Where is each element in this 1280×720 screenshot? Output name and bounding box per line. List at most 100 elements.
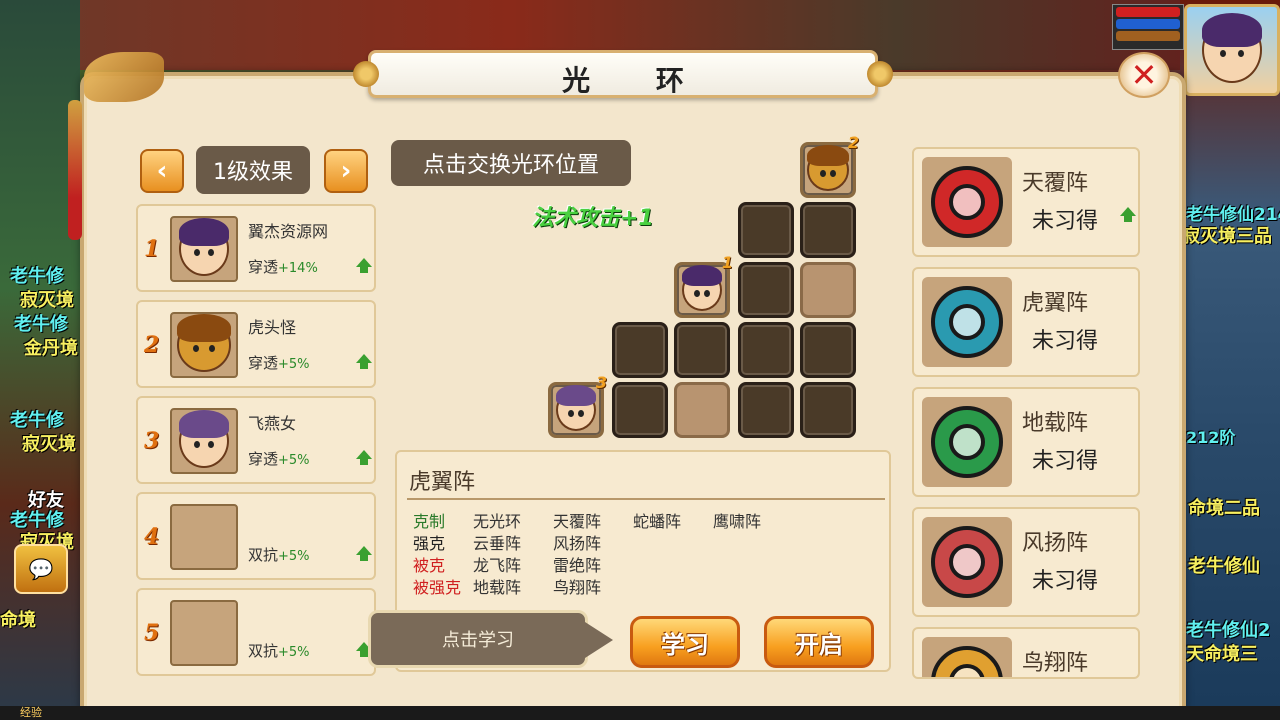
title-banner: 光 环 [353, 50, 893, 98]
aura-slot-3[interactable]: 3 飞燕女 穿透+5% [136, 396, 376, 484]
fairy-girl-icon [179, 410, 229, 468]
empty-slot-portrait [170, 600, 238, 666]
formation-card-huyi[interactable]: 虎翼阵 未习得 [912, 267, 1140, 377]
formation-status: 未习得 [1032, 569, 1099, 594]
grid-cell-hero-2[interactable]: 2 [800, 133, 859, 198]
empty-slot-portrait [170, 504, 238, 570]
chat-icon: 💬 [28, 557, 54, 581]
aura-slot-4[interactable]: 4 双抗+5% [136, 492, 376, 580]
formation-name: 风扬阵 [1022, 531, 1089, 556]
slot-stat: 穿透+5% [248, 450, 310, 468]
slot-stat: 穿透+14% [248, 258, 318, 276]
arrow-right-icon: › [340, 156, 352, 186]
scene-player-name: 老牛修 [14, 314, 68, 335]
scene-player-rank: 命境二品 [1188, 498, 1260, 519]
grid-cell-empty[interactable] [800, 262, 856, 318]
formation-title: 虎翼阵 [409, 470, 476, 495]
grid-cell[interactable] [800, 382, 856, 438]
scene-player-name: 212阶 [1186, 428, 1236, 447]
formation-name: 鸟翔阵 [1022, 651, 1089, 676]
prev-level-button[interactable]: ‹ [140, 149, 184, 193]
formation-card-tianfu[interactable]: 天覆阵 未习得 [912, 147, 1140, 257]
position-badge: 2 [847, 133, 859, 152]
slot-number: 1 [144, 236, 160, 262]
hp-bar [1116, 7, 1180, 17]
grid-cell[interactable] [674, 322, 730, 378]
formation-name: 虎翼阵 [1022, 291, 1089, 316]
slot-portrait [170, 216, 238, 282]
scene-player-rank: 命境 [0, 610, 36, 631]
formation-card-niaoxiang[interactable]: 鸟翔阵 [912, 627, 1140, 679]
relation-row: 被强克 地载阵 鸟翔阵 [413, 578, 602, 597]
grid-cell[interactable] [738, 202, 794, 258]
exp-label: 经验 [20, 706, 42, 719]
horn-decoration-icon [84, 52, 164, 102]
upgrade-arrow-icon [356, 354, 372, 370]
sp-bar [1116, 31, 1180, 41]
learn-button[interactable]: 学习 [630, 616, 740, 668]
formation-emblem-icon [931, 166, 1003, 238]
aura-slot-2[interactable]: 2 虎头怪 穿透+5% [136, 300, 376, 388]
scene-player-name: 老牛修 [10, 410, 64, 431]
slot-stat: 双抗+5% [248, 546, 310, 564]
formation-icon-box [922, 397, 1012, 487]
tiger-head-icon [177, 314, 231, 372]
grid-cell[interactable] [738, 322, 794, 378]
chat-button[interactable]: 💬 [14, 544, 68, 594]
formation-icon-box [922, 277, 1012, 367]
scene-player-rank: 天命境三 [1186, 644, 1258, 665]
slot-number: 4 [144, 524, 160, 550]
formation-emblem-icon [931, 646, 1003, 677]
grid-cell-hero-3[interactable]: 3 [548, 373, 607, 438]
grid-cell-hero-1[interactable]: 1 [674, 253, 733, 318]
formation-emblem-icon [931, 406, 1003, 478]
floating-effect-text: 法术攻击+1 [532, 206, 654, 231]
upgrade-arrow-icon [1120, 207, 1136, 223]
page-title: 光 环 [562, 64, 712, 97]
grid-cell[interactable] [738, 382, 794, 438]
slot-hero-name: 翼杰资源网 [248, 222, 329, 241]
hero-boy-icon [682, 265, 722, 311]
divider [407, 498, 885, 500]
position-badge: 3 [595, 373, 607, 392]
slot-number: 3 [144, 428, 160, 454]
exp-bar [0, 706, 1280, 720]
tassel-decoration [68, 100, 82, 240]
formation-icon-box [922, 157, 1012, 247]
formation-card-dizai[interactable]: 地载阵 未习得 [912, 387, 1140, 497]
grid-cell[interactable] [800, 202, 856, 258]
upgrade-arrow-icon [356, 258, 372, 274]
slot-portrait [170, 408, 238, 474]
next-level-button[interactable]: › [324, 149, 368, 193]
formation-name: 地载阵 [1022, 411, 1089, 436]
hint-pointer [585, 622, 613, 658]
level-label: 1级效果 [196, 146, 310, 194]
formation-emblem-icon [931, 526, 1003, 598]
grid-cell-empty[interactable] [674, 382, 730, 438]
swap-position-button[interactable]: 点击交换光环位置 [391, 140, 631, 186]
grid-cell[interactable] [738, 262, 794, 318]
aura-slot-5[interactable]: 5 双抗+5% [136, 588, 376, 676]
slot-number: 2 [144, 332, 160, 358]
grid-cell[interactable] [612, 322, 668, 378]
grid-cell[interactable] [612, 382, 668, 438]
scene-player-rank: 寂灭境三品 [1182, 226, 1272, 247]
scene-player-name: 老牛修仙2 [1186, 620, 1271, 641]
formation-status: 未习得 [1032, 209, 1099, 234]
fairy-girl-icon [556, 385, 596, 431]
player-avatar[interactable] [1184, 4, 1280, 96]
scene-player-rank: 金丹境 [24, 338, 78, 359]
scene-player-name: 老牛修仙 [1188, 556, 1260, 577]
level-navigator: ‹ 1级效果 › [140, 146, 380, 196]
aura-slot-1[interactable]: 1 翼杰资源网 穿透+14% [136, 204, 376, 292]
slot-hero-name: 虎头怪 [248, 318, 297, 337]
player-status-bars [1112, 4, 1184, 50]
formation-card-fengyang[interactable]: 风扬阵 未习得 [912, 507, 1140, 617]
grid-cell[interactable] [800, 322, 856, 378]
upgrade-arrow-icon [356, 546, 372, 562]
close-button[interactable]: ✕ [1118, 52, 1170, 98]
slot-portrait [170, 312, 238, 378]
formation-emblem-icon [931, 286, 1003, 358]
scene-background-right [1180, 0, 1280, 720]
open-button[interactable]: 开启 [764, 616, 874, 668]
